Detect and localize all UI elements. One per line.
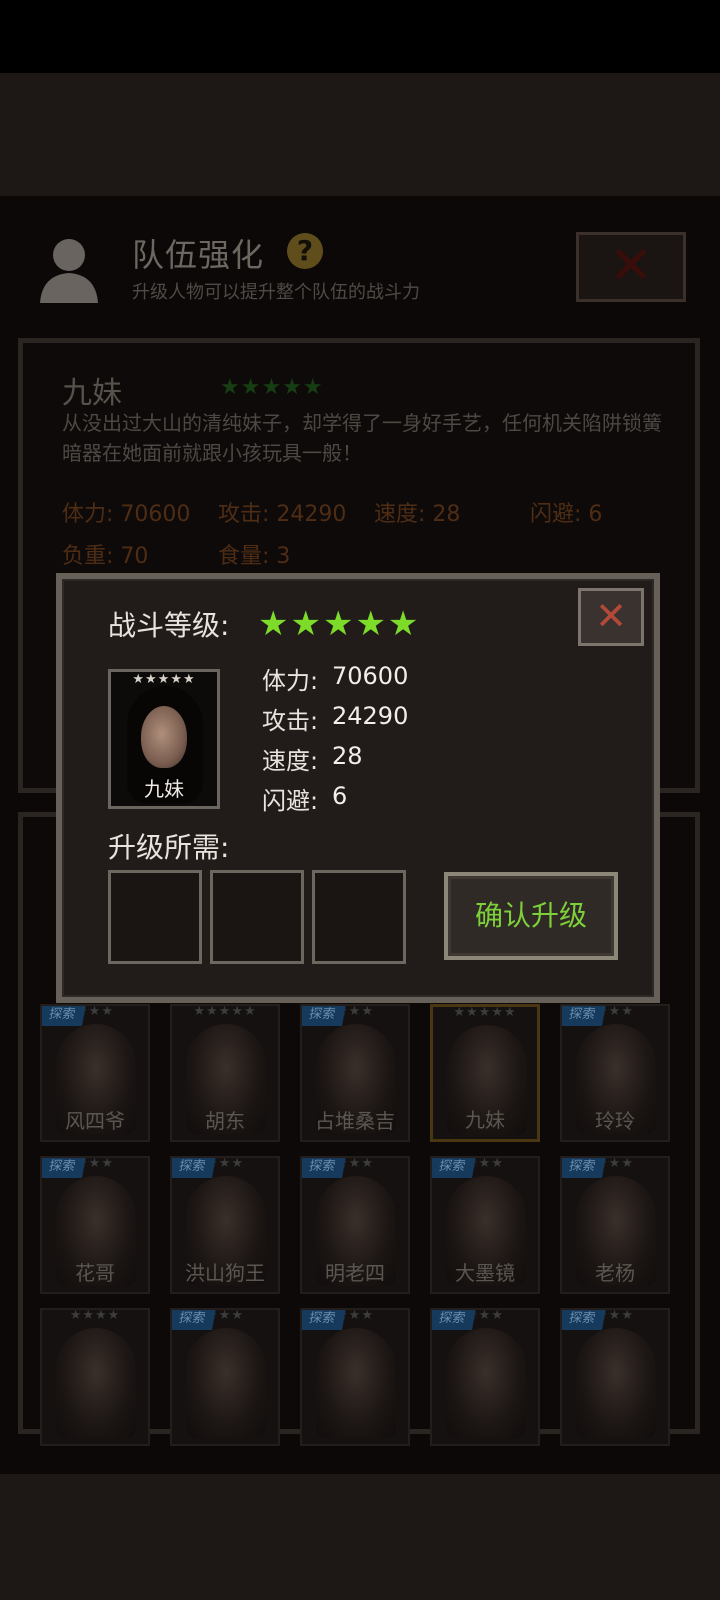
roster-card[interactable]: ★★★ 探索 [300, 1308, 410, 1446]
requirement-slot[interactable] [108, 870, 202, 964]
roster-card[interactable]: ★★★ 探索 明老四 [300, 1156, 410, 1294]
portrait-name: 九妹 [144, 777, 184, 801]
page-subtitle: 升级人物可以提升整个队伍的战斗力 [132, 282, 420, 303]
roster-card[interactable]: ★★★ 探索 风四爷 [40, 1004, 150, 1142]
dialog-stat-label: 速度: [262, 747, 319, 775]
roster-card[interactable]: ★★★ 探索 老杨 [560, 1156, 670, 1294]
explore-tag: 探索 [562, 1158, 606, 1178]
roster-card[interactable]: ★★★ 探索 占堆桑吉 [300, 1004, 410, 1142]
explore-tag: 探索 [42, 1006, 86, 1026]
roster-card-stars: ★★★★★ [453, 1005, 517, 1020]
explore-tag: 探索 [432, 1158, 476, 1178]
roster-card-name: 花哥 [75, 1261, 115, 1285]
explore-tag: 探索 [302, 1310, 346, 1330]
confirm-upgrade-button[interactable]: 确认升级 [444, 872, 618, 960]
roster-card-portrait [56, 1328, 136, 1438]
stat-attack: 攻击: 24290 [218, 502, 347, 527]
dialog-stat-label: 攻击: [262, 707, 319, 735]
stat-speed: 速度: 28 [374, 502, 461, 527]
roster-card[interactable]: ★★★ 探索 大墨镜 [430, 1156, 540, 1294]
requirement-slot[interactable] [210, 870, 304, 964]
bottom-letterbox [0, 1474, 720, 1600]
person-silhouette-icon [36, 233, 102, 303]
explore-tag: 探索 [302, 1158, 346, 1178]
roster-card-portrait [316, 1328, 396, 1438]
dialog-stat-value: 24290 [332, 702, 409, 730]
roster-card-name: 明老四 [325, 1261, 385, 1285]
close-icon: ✕ [609, 236, 653, 296]
portrait-face [141, 706, 187, 768]
roster-card-stars: ★★★★★ [193, 1004, 257, 1019]
explore-tag: 探索 [42, 1158, 86, 1178]
roster-card-name: 玲玲 [595, 1109, 635, 1133]
page-title: 队伍强化 [132, 236, 265, 274]
explore-tag: 探索 [172, 1310, 216, 1330]
roster-card-name: 大墨镜 [455, 1261, 515, 1285]
dialog-close-button[interactable]: ✕ [578, 588, 644, 646]
roster-card[interactable]: ★★★ 探索 [560, 1308, 670, 1446]
portrait-stars: ★★★★★ [132, 672, 196, 687]
dialog-stat-value: 70600 [332, 662, 409, 690]
roster-card[interactable]: ★★★ 探索 花哥 [40, 1156, 150, 1294]
top-letterbox [0, 73, 720, 196]
stat-stamina: 体力: 70600 [62, 502, 191, 527]
status-bar-area [0, 0, 720, 73]
explore-tag: 探索 [172, 1158, 216, 1178]
roster-card[interactable]: ★★★★★ 九妹 [430, 1004, 540, 1142]
stat-food: 食量: 3 [218, 544, 291, 569]
roster-card[interactable]: ★★★★ [40, 1308, 150, 1446]
roster-card-name: 占堆桑吉 [315, 1109, 395, 1133]
roster-card-name: 老杨 [595, 1261, 635, 1285]
requirements-label: 升级所需: [108, 831, 230, 864]
roster-card[interactable]: ★★★ 探索 玲玲 [560, 1004, 670, 1142]
roster-card-name: 风四爷 [65, 1109, 125, 1133]
explore-tag: 探索 [562, 1310, 606, 1330]
roster-card-name: 九妹 [465, 1108, 505, 1132]
explore-tag: 探索 [562, 1006, 606, 1026]
close-button[interactable]: ✕ [576, 232, 686, 302]
explore-tag: 探索 [302, 1006, 346, 1026]
roster-card-name: 胡东 [205, 1109, 245, 1133]
character-name: 九妹 [62, 376, 122, 411]
dialog-stat-label: 体力: [262, 667, 319, 695]
combat-level-label: 战斗等级: [108, 609, 230, 642]
stat-load: 负重: 70 [62, 544, 149, 569]
combat-level-stars: ★★★★★ [258, 604, 421, 644]
requirement-slot[interactable] [312, 870, 406, 964]
roster-card[interactable]: ★★★ 探索 洪山狗王 [170, 1156, 280, 1294]
character-description: 从没出过大山的清纯妹子，却学得了一身好手艺，任何机关陷阱锁簧暗器在她面前就跟小孩… [62, 411, 662, 465]
stat-dodge: 闪避: 6 [530, 502, 603, 527]
help-icon[interactable]: ? [287, 233, 323, 269]
roster-card-stars: ★★★★ [69, 1308, 121, 1323]
character-portrait: ★★★★★ 九妹 [108, 669, 220, 809]
roster-card-name: 洪山狗王 [185, 1261, 265, 1285]
roster-card-portrait [446, 1328, 526, 1438]
roster-card[interactable]: ★★★ 探索 [430, 1308, 540, 1446]
roster-card[interactable]: ★★★★★ 胡东 [170, 1004, 280, 1142]
dialog-stat-value: 6 [332, 782, 348, 810]
dialog-stat-label: 闪避: [262, 787, 319, 815]
roster-card-portrait [576, 1328, 656, 1438]
roster-card-portrait [186, 1328, 266, 1438]
dialog-stat-value: 28 [332, 742, 363, 770]
character-stars: ★★★★★ [220, 375, 324, 400]
explore-tag: 探索 [432, 1310, 476, 1330]
roster-card[interactable]: ★★★ 探索 [170, 1308, 280, 1446]
